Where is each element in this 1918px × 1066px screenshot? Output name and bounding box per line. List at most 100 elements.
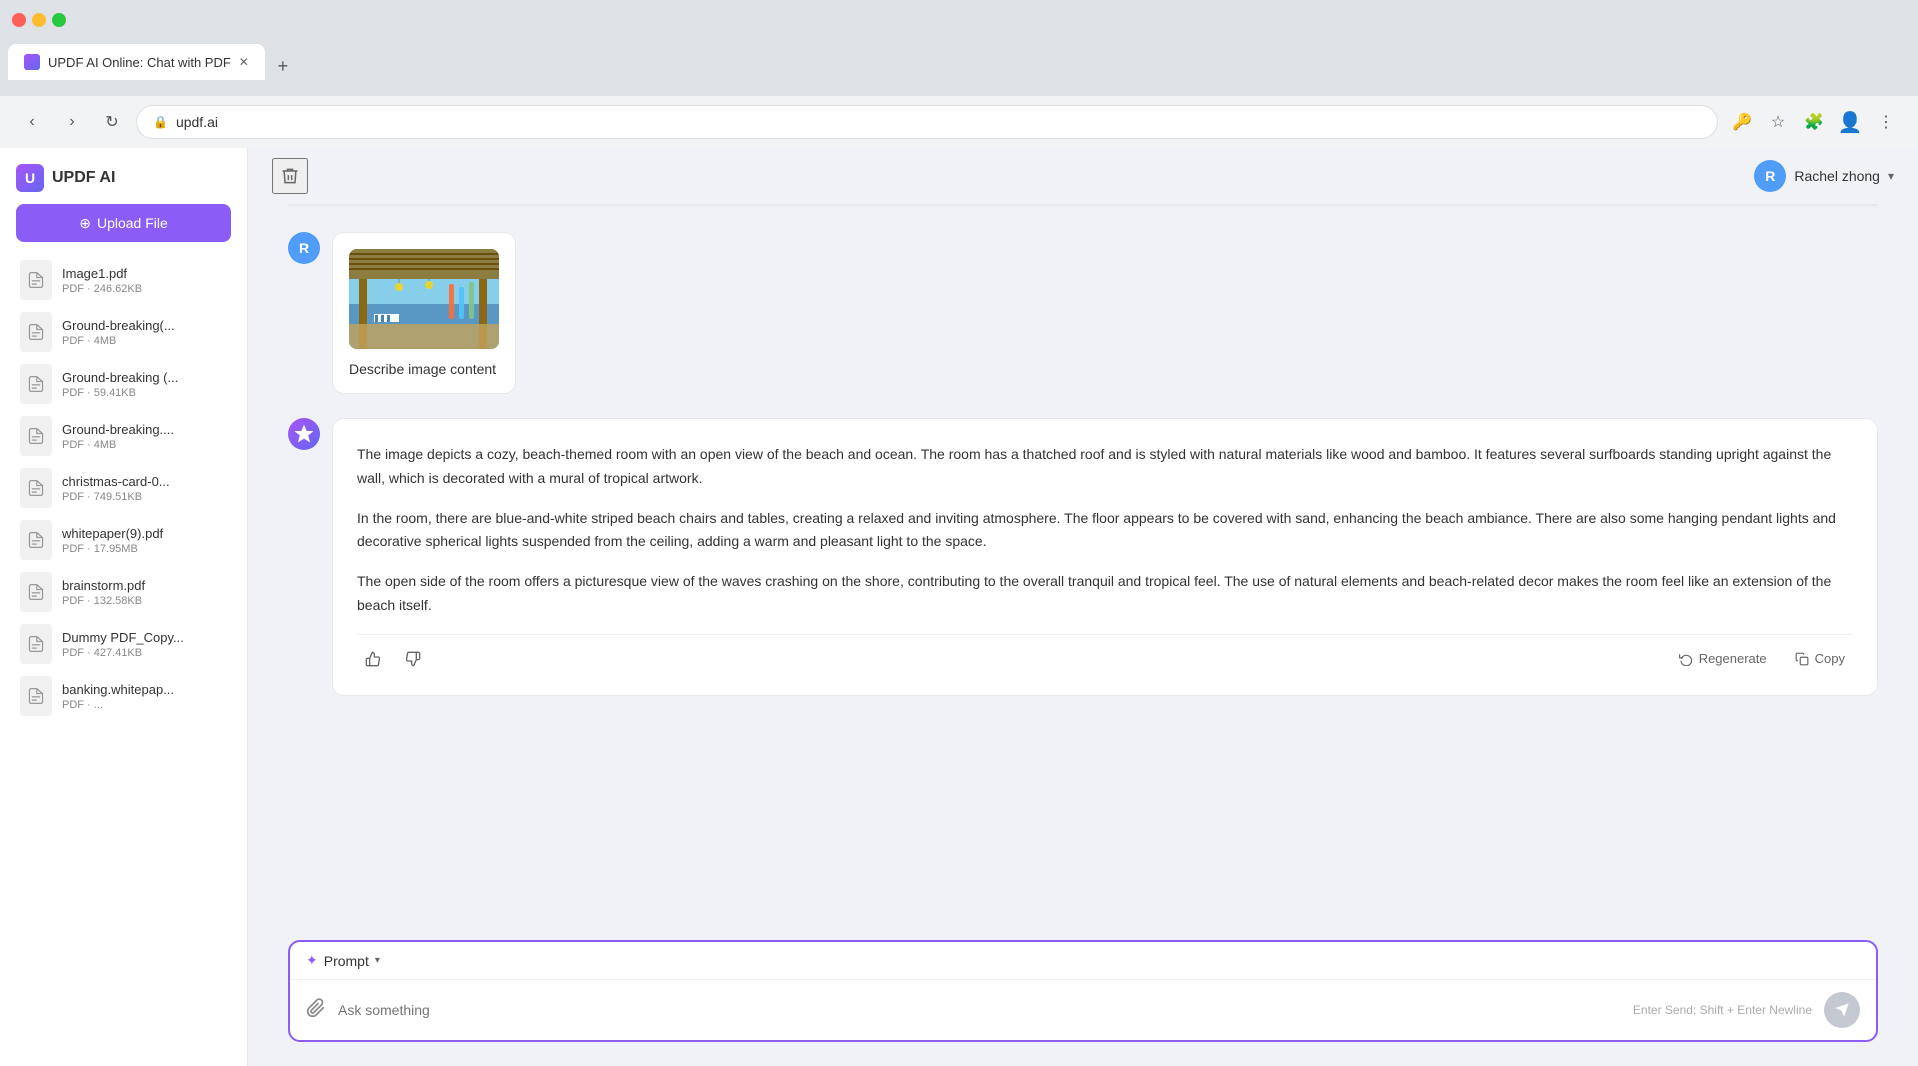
new-tab-button[interactable]: +	[269, 52, 297, 80]
input-row: Enter Send; Shift + Enter Newline	[290, 980, 1876, 1040]
file-meta: PDF · 4MB	[62, 439, 227, 451]
tabs-bar: UPDF AI Online: Chat with PDF ✕ +	[0, 40, 1918, 80]
url-text: updf.ai	[176, 114, 218, 130]
file-list: Image1.pdf PDF · 246.62KB Ground-breakin…	[16, 254, 231, 722]
user-message: R	[288, 232, 1878, 394]
file-info: Ground-breaking(... PDF · 4MB	[62, 318, 227, 347]
file-meta: PDF · 427.41KB	[62, 647, 227, 659]
file-list-item[interactable]: whitepaper(9).pdf PDF · 17.95MB	[16, 514, 231, 566]
profile-icon[interactable]: 👤	[1834, 106, 1866, 138]
right-actions: Regenerate Copy	[1671, 647, 1853, 670]
image-preview	[349, 249, 499, 349]
chat-input[interactable]	[338, 1002, 1621, 1018]
address-bar[interactable]: 🔒 updf.ai	[136, 105, 1718, 139]
menu-icon[interactable]: ⋮	[1870, 106, 1902, 138]
file-icon	[20, 468, 52, 508]
minimize-button[interactable]	[32, 13, 46, 27]
sparkle-icon: ✦	[306, 952, 318, 969]
send-button[interactable]	[1824, 992, 1860, 1028]
nav-bar: ‹ › ↻ 🔒 updf.ai 🔑 ☆ 🧩 👤 ⋮	[0, 96, 1918, 148]
message-actions: Regenerate Copy	[357, 634, 1853, 671]
copy-button[interactable]: Copy	[1787, 647, 1853, 670]
feedback-buttons	[357, 647, 429, 671]
ai-paragraph-3: The open side of the room offers a pictu…	[357, 570, 1853, 618]
file-icon	[20, 676, 52, 716]
ai-message-avatar	[288, 418, 320, 450]
chat-separator	[288, 204, 1878, 208]
regenerate-button[interactable]: Regenerate	[1671, 647, 1775, 670]
input-toolbar: ✦ Prompt ▾	[290, 942, 1876, 980]
file-icon	[20, 572, 52, 612]
file-name: Ground-breaking (...	[62, 370, 227, 385]
file-icon	[20, 312, 52, 352]
tab-close-button[interactable]: ✕	[239, 55, 249, 69]
file-icon	[20, 364, 52, 404]
close-button[interactable]	[12, 13, 26, 27]
file-name: Dummy PDF_Copy...	[62, 630, 227, 645]
app-logo: U	[16, 164, 44, 192]
maximize-button[interactable]	[52, 13, 66, 27]
user-message-avatar: R	[288, 232, 320, 264]
describe-label: Describe image content	[349, 361, 499, 377]
tab-title: UPDF AI Online: Chat with PDF	[48, 55, 231, 70]
file-info: whitepaper(9).pdf PDF · 17.95MB	[62, 526, 227, 555]
user-name-label: Rachel zhong	[1794, 168, 1880, 184]
file-icon	[20, 416, 52, 456]
file-name: christmas-card-0...	[62, 474, 227, 489]
prompt-label: Prompt	[324, 953, 369, 969]
file-name: Ground-breaking(...	[62, 318, 227, 333]
file-name: Image1.pdf	[62, 266, 227, 281]
thumbs-down-button[interactable]	[397, 647, 429, 671]
input-hint: Enter Send; Shift + Enter Newline	[1633, 1003, 1812, 1017]
window-controls	[12, 13, 66, 27]
file-meta: PDF · 246.62KB	[62, 283, 227, 295]
file-name: whitepaper(9).pdf	[62, 526, 227, 541]
file-info: Ground-breaking.... PDF · 4MB	[62, 422, 227, 451]
file-list-item[interactable]: brainstorm.pdf PDF · 132.58KB	[16, 566, 231, 618]
ai-paragraph-1: The image depicts a cozy, beach-themed r…	[357, 443, 1853, 491]
file-name: Ground-breaking....	[62, 422, 227, 437]
chat-area: R	[248, 204, 1918, 924]
extensions-icon[interactable]: 🧩	[1798, 106, 1830, 138]
file-icon	[20, 260, 52, 300]
file-meta: PDF · ...	[62, 699, 227, 711]
user-info[interactable]: R Rachel zhong ▾	[1754, 160, 1894, 192]
input-area: ✦ Prompt ▾ Enter Send; Shift + Enter New…	[248, 924, 1918, 1066]
attach-icon[interactable]	[306, 998, 326, 1023]
password-icon[interactable]: 🔑	[1726, 106, 1758, 138]
file-info: brainstorm.pdf PDF · 132.58KB	[62, 578, 227, 607]
file-meta: PDF · 132.58KB	[62, 595, 227, 607]
file-meta: PDF · 59.41KB	[62, 387, 227, 399]
file-list-item[interactable]: banking.whitepap... PDF · ...	[16, 670, 231, 722]
file-list-item[interactable]: Dummy PDF_Copy... PDF · 427.41KB	[16, 618, 231, 670]
ai-message-bubble: The image depicts a cozy, beach-themed r…	[332, 418, 1878, 696]
file-list-item[interactable]: christmas-card-0... PDF · 749.51KB	[16, 462, 231, 514]
file-meta: PDF · 4MB	[62, 335, 227, 347]
file-meta: PDF · 17.95MB	[62, 543, 227, 555]
file-name: banking.whitepap...	[62, 682, 227, 697]
sidebar-header: U UPDF AI	[16, 164, 231, 192]
clear-chat-button[interactable]	[272, 158, 308, 194]
upload-icon: ⊕	[79, 215, 91, 232]
file-info: Ground-breaking (... PDF · 59.41KB	[62, 370, 227, 399]
prompt-button[interactable]: ✦ Prompt ▾	[306, 952, 380, 969]
active-tab[interactable]: UPDF AI Online: Chat with PDF ✕	[8, 44, 265, 80]
file-list-item[interactable]: Image1.pdf PDF · 246.62KB	[16, 254, 231, 306]
sidebar: U UPDF AI ⊕ Upload File Image1.pdf PDF ·…	[0, 148, 248, 1066]
file-list-item[interactable]: Ground-breaking(... PDF · 4MB	[16, 306, 231, 358]
user-avatar: R	[1754, 160, 1786, 192]
file-icon	[20, 624, 52, 664]
back-button[interactable]: ‹	[16, 106, 48, 138]
tab-favicon	[24, 54, 40, 70]
bookmark-icon[interactable]: ☆	[1762, 106, 1794, 138]
file-info: banking.whitepap... PDF · ...	[62, 682, 227, 711]
file-list-item[interactable]: Ground-breaking.... PDF · 4MB	[16, 410, 231, 462]
upload-file-button[interactable]: ⊕ Upload File	[16, 204, 231, 242]
thumbs-up-button[interactable]	[357, 647, 389, 671]
ai-message: The image depicts a cozy, beach-themed r…	[288, 418, 1878, 696]
file-info: Dummy PDF_Copy... PDF · 427.41KB	[62, 630, 227, 659]
file-list-item[interactable]: Ground-breaking (... PDF · 59.41KB	[16, 358, 231, 410]
refresh-button[interactable]: ↻	[96, 106, 128, 138]
forward-button[interactable]: ›	[56, 106, 88, 138]
prompt-dropdown-arrow: ▾	[375, 955, 380, 966]
